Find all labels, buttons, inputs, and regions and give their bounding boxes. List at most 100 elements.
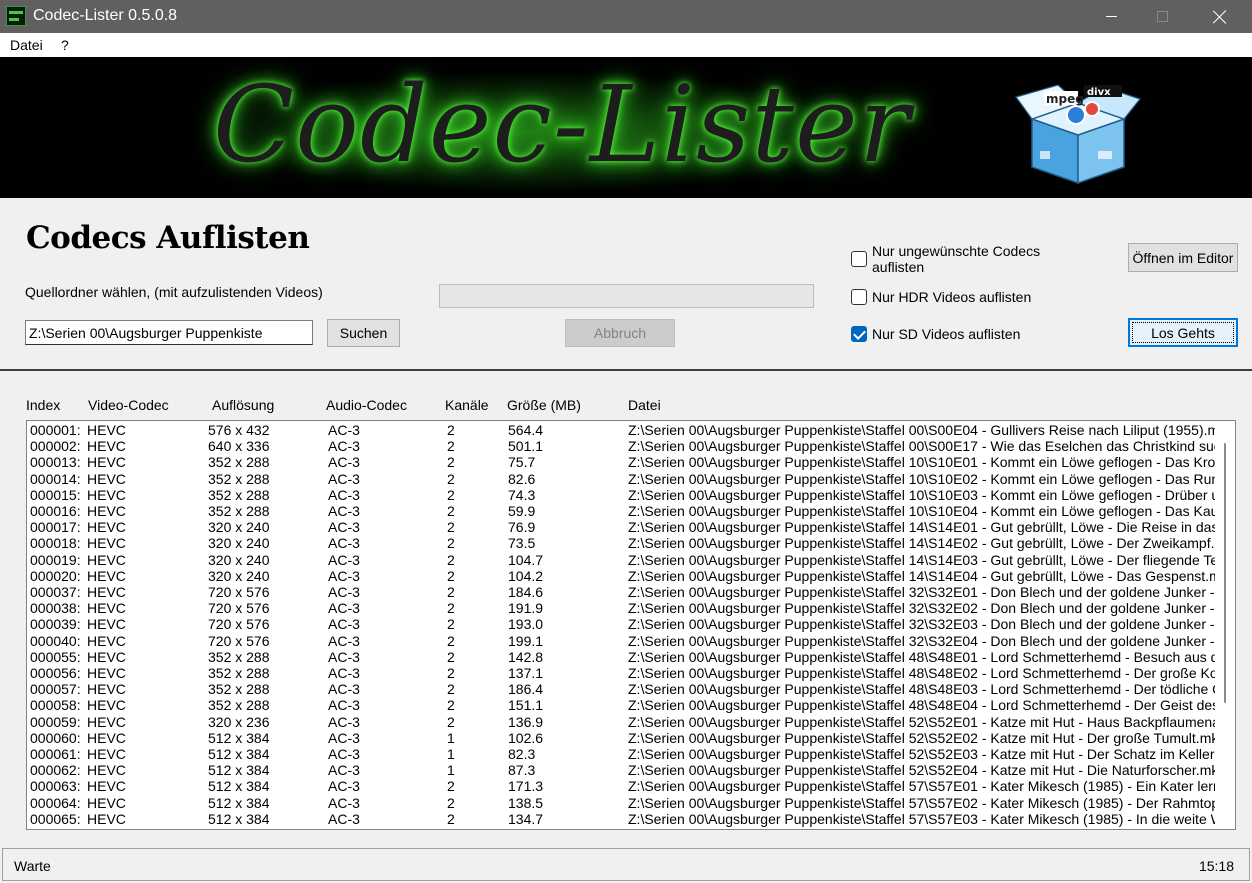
- row-audio-codec: AC-3: [328, 713, 360, 730]
- checkbox-unwanted-codecs[interactable]: [851, 251, 867, 267]
- table-row[interactable]: 000060: HEVC 512 x 384 AC-3 1 102.6 Z:\Serien …: [27, 730, 1217, 746]
- table-row[interactable]: 000065: HEVC 512 x 384 AC-3 2 134.7 Z:\Serien …: [27, 811, 1217, 827]
- row-audio-codec: AC-3: [328, 486, 360, 503]
- option-unwanted-codecs[interactable]: Nur ungewünschte Codecs auflisten: [851, 243, 1091, 275]
- close-button[interactable]: [1197, 0, 1243, 33]
- source-folder-input[interactable]: Z:\Serien 00\Augsburger Puppenkiste: [25, 320, 313, 345]
- table-row[interactable]: 000018: HEVC 320 x 240 AC-3 2 73.5 Z:\Serien 0…: [27, 535, 1217, 551]
- menu-help[interactable]: ?: [61, 37, 69, 53]
- table-row[interactable]: 000037: HEVC 720 x 576 AC-3 2 184.6 Z:\Serien …: [27, 584, 1217, 600]
- table-row[interactable]: 000016: HEVC 352 x 288 AC-3 2 59.9 Z:\Serien 0…: [27, 503, 1217, 519]
- table-row[interactable]: 000061: HEVC 512 x 384 AC-3 1 82.3 Z:\Serien 0…: [27, 746, 1217, 762]
- table-row[interactable]: 000002: HEVC 640 x 336 AC-3 2 501.1 Z:\Serien …: [27, 438, 1217, 454]
- row-file: Z:\Serien 00\Augsburger Puppenkiste\Staf…: [628, 438, 1215, 455]
- column-header-resolution: Auflösung: [212, 397, 275, 413]
- row-video-codec: HEVC: [87, 616, 126, 633]
- open-in-editor-button[interactable]: Öffnen im Editor: [1128, 243, 1238, 272]
- row-file: Z:\Serien 00\Augsburger Puppenkiste\Staf…: [628, 454, 1215, 471]
- menu-file[interactable]: Datei: [10, 37, 43, 53]
- vertical-scrollbar[interactable]: [1217, 421, 1235, 829]
- option-hdr-videos[interactable]: Nur HDR Videos auflisten: [851, 287, 1091, 307]
- table-row[interactable]: 000055: HEVC 352 x 288 AC-3 2 142.8 Z:\Serien …: [27, 649, 1217, 665]
- row-file: Z:\Serien 00\Augsburger Puppenkiste\Staf…: [628, 778, 1215, 795]
- row-audio-codec: AC-3: [328, 600, 360, 617]
- search-button[interactable]: Suchen: [327, 319, 400, 347]
- row-resolution: 640 x 336: [208, 438, 270, 455]
- table-row[interactable]: 000038: HEVC 720 x 576 AC-3 2 191.9 Z:\Serien …: [27, 600, 1217, 616]
- table-row[interactable]: 000014: HEVC 352 x 288 AC-3 2 82.6 Z:\Serien 0…: [27, 471, 1217, 487]
- row-file: Z:\Serien 00\Augsburger Puppenkiste\Staf…: [628, 713, 1215, 730]
- row-file: Z:\Serien 00\Augsburger Puppenkiste\Staf…: [628, 551, 1215, 568]
- option-sd-videos[interactable]: Nur SD Videos auflisten: [851, 324, 1091, 344]
- row-audio-codec: AC-3: [328, 438, 360, 455]
- table-row[interactable]: 000040: HEVC 720 x 576 AC-3 2 199.1 Z:\Serien …: [27, 633, 1217, 649]
- scrollbar-thumb[interactable]: [1224, 443, 1226, 703]
- row-channels: 2: [447, 681, 455, 698]
- row-video-codec: HEVC: [87, 519, 126, 536]
- row-size: 82.3: [508, 746, 536, 762]
- table-row[interactable]: 000001: HEVC 576 x 432 AC-3 2 564.4 Z:\Serien …: [27, 422, 1217, 438]
- row-video-codec: HEVC: [87, 778, 126, 795]
- table-row[interactable]: 000056: HEVC 352 x 288 AC-3 2 137.1 Z:\Serien …: [27, 665, 1217, 681]
- table-row[interactable]: 000015: HEVC 352 x 288 AC-3 2 74.3 Z:\Serien 0…: [27, 487, 1217, 503]
- option-hdr-videos-label: Nur HDR Videos auflisten: [872, 289, 1032, 305]
- row-index: 000015:: [30, 486, 81, 503]
- row-channels: 2: [447, 567, 455, 584]
- row-index: 000060:: [30, 729, 81, 746]
- row-channels: 2: [447, 713, 455, 730]
- table-row[interactable]: 000064: HEVC 512 x 384 AC-3 2 138.5 Z:\Serien …: [27, 795, 1217, 811]
- row-audio-codec: AC-3: [328, 535, 360, 552]
- table-row[interactable]: 000017: HEVC 320 x 240 AC-3 2 76.9 Z:\Serien 0…: [27, 519, 1217, 535]
- row-index: 000014:: [30, 470, 81, 487]
- row-video-codec: HEVC: [87, 794, 126, 811]
- row-audio-codec: AC-3: [328, 616, 360, 633]
- table-row[interactable]: 000039: HEVC 720 x 576 AC-3 2 193.0 Z:\Serien …: [27, 616, 1217, 632]
- row-index: 000064:: [30, 794, 81, 811]
- row-audio-codec: AC-3: [328, 665, 360, 681]
- option-unwanted-codecs-label: Nur ungewünschte Codecs auflisten: [872, 243, 1041, 275]
- row-file: Z:\Serien 00\Augsburger Puppenkiste\Staf…: [628, 567, 1215, 584]
- checkbox-sd-videos[interactable]: [851, 326, 867, 342]
- row-index: 000063:: [30, 778, 81, 795]
- table-row[interactable]: 000013: HEVC 352 x 288 AC-3 2 75.7 Z:\Serien 0…: [27, 454, 1217, 470]
- row-file: Z:\Serien 00\Augsburger Puppenkiste\Staf…: [628, 519, 1215, 536]
- row-audio-codec: AC-3: [328, 746, 360, 762]
- table-row[interactable]: 000059: HEVC 320 x 236 AC-3 2 136.9 Z:\Serien …: [27, 714, 1217, 730]
- row-size: 184.6: [508, 584, 544, 600]
- table-row[interactable]: 000019: HEVC 320 x 240 AC-3 2 104.7 Z:\Serien …: [27, 552, 1217, 568]
- row-resolution: 352 x 288: [208, 454, 270, 471]
- result-list[interactable]: 000001: HEVC 576 x 432 AC-3 2 564.4 Z:\Serien …: [26, 420, 1236, 830]
- row-channels: 2: [447, 648, 455, 665]
- row-audio-codec: AC-3: [328, 648, 360, 665]
- row-resolution: 512 x 384: [208, 778, 270, 795]
- table-row[interactable]: 000062: HEVC 512 x 384 AC-3 1 87.3 Z:\Serien 0…: [27, 762, 1217, 778]
- row-size: 186.4: [508, 681, 544, 698]
- row-audio-codec: AC-3: [328, 519, 360, 536]
- table-row[interactable]: 000063: HEVC 512 x 384 AC-3 2 171.3 Z:\Serien …: [27, 778, 1217, 794]
- table-row[interactable]: 000020: HEVC 320 x 240 AC-3 2 104.2 Z:\Serien …: [27, 568, 1217, 584]
- checkbox-hdr-videos[interactable]: [851, 289, 867, 305]
- row-channels: 2: [447, 697, 455, 714]
- row-size: 142.8: [508, 648, 544, 665]
- row-file: Z:\Serien 00\Augsburger Puppenkiste\Staf…: [628, 616, 1215, 633]
- status-bar: Warte 15:18: [2, 848, 1250, 881]
- row-video-codec: HEVC: [87, 600, 126, 617]
- start-button[interactable]: Los Gehts: [1128, 318, 1238, 347]
- box-label-mpeg: mpeg: [1046, 92, 1084, 106]
- row-index: 000019:: [30, 551, 81, 568]
- status-text: Warte: [14, 858, 51, 874]
- row-size: 171.3: [508, 778, 544, 795]
- row-size: 199.1: [508, 632, 544, 649]
- row-size: 82.6: [508, 470, 536, 487]
- maximize-button[interactable]: [1139, 0, 1185, 33]
- row-file: Z:\Serien 00\Augsburger Puppenkiste\Staf…: [628, 648, 1215, 665]
- cancel-button[interactable]: Abbruch: [565, 319, 675, 347]
- table-row[interactable]: 000057: HEVC 352 x 288 AC-3 2 186.4 Z:\Serien …: [27, 681, 1217, 697]
- row-index: 000018:: [30, 535, 81, 552]
- row-file: Z:\Serien 00\Augsburger Puppenkiste\Staf…: [628, 600, 1215, 617]
- row-index: 000037:: [30, 584, 81, 600]
- row-index: 000058:: [30, 697, 81, 714]
- table-row[interactable]: 000058: HEVC 352 x 288 AC-3 2 151.1 Z:\Serien …: [27, 697, 1217, 713]
- row-video-codec: HEVC: [87, 422, 126, 438]
- minimize-button[interactable]: [1088, 0, 1134, 33]
